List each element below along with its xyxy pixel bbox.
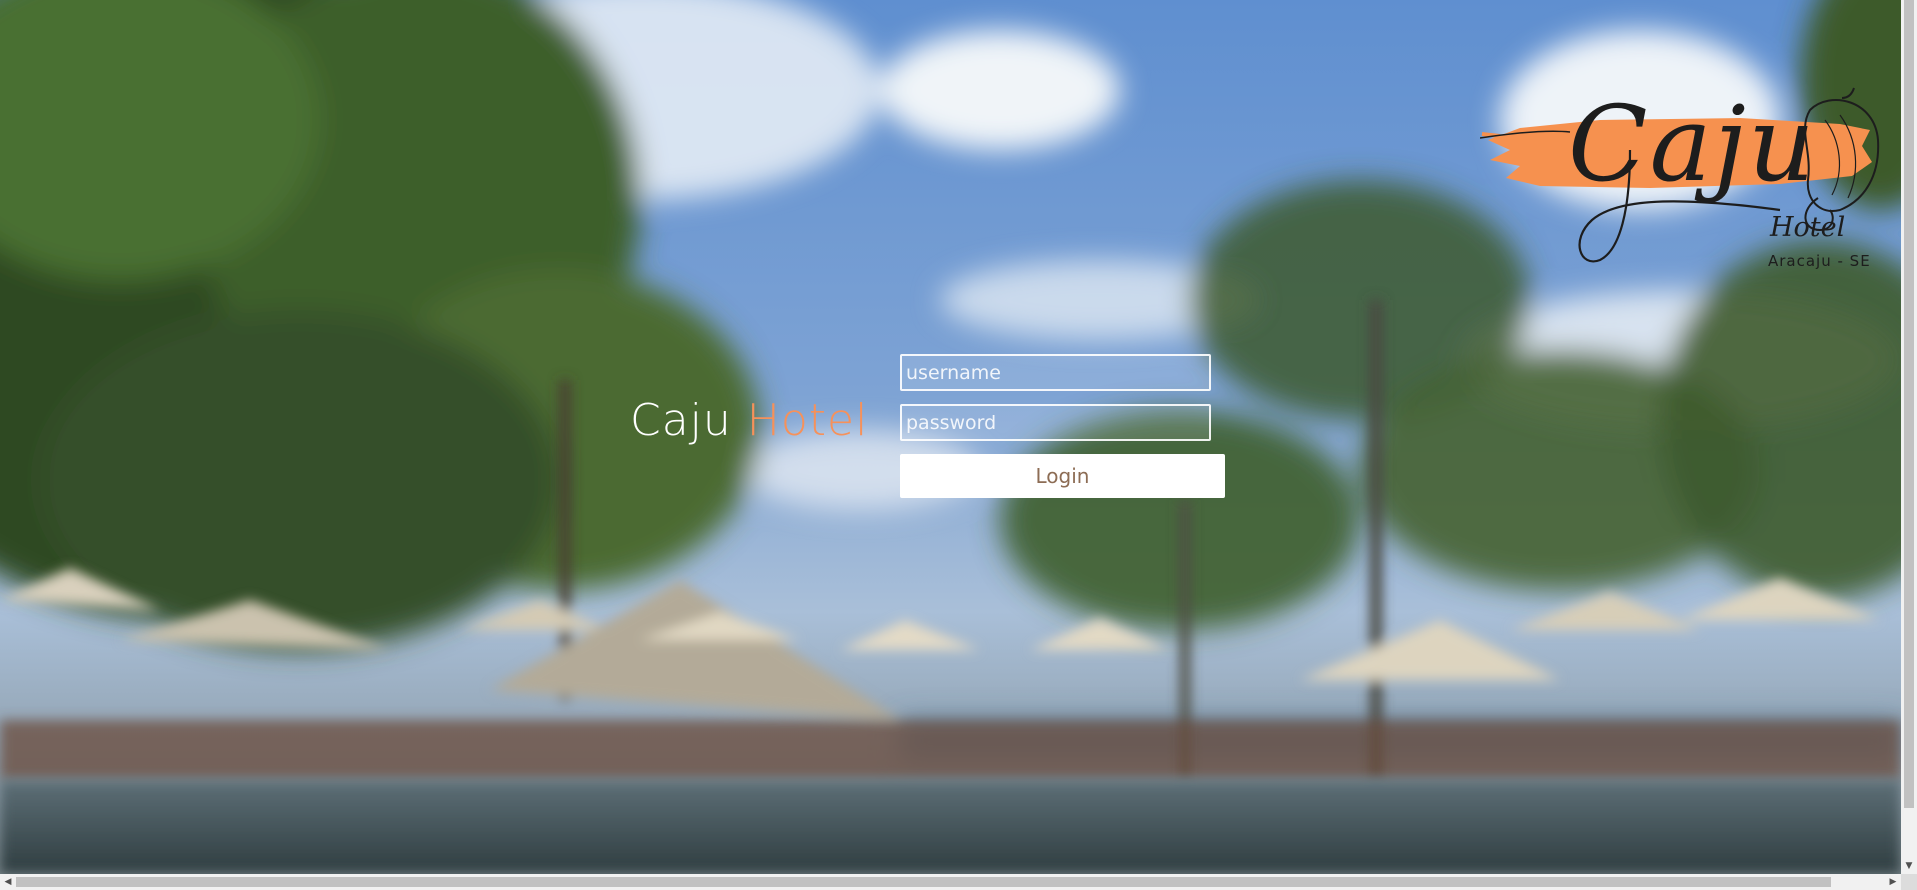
hero-title-primary: Caju [630, 395, 732, 446]
logo-subtitle: Hotel [1770, 212, 1846, 243]
horizontal-scrollbar[interactable]: ◀ ▶ [0, 874, 1901, 890]
scroll-left-icon[interactable]: ◀ [0, 874, 16, 890]
hotel-logo: Caju Hotel Aracaju - SE [1480, 80, 1880, 290]
hero-title: Caju Hotel [630, 394, 868, 448]
username-input[interactable] [900, 354, 1211, 391]
password-input[interactable] [900, 404, 1211, 441]
scroll-down-icon[interactable]: ▼ [1901, 858, 1917, 874]
vertical-scrollbar[interactable]: ▲ ▼ [1901, 0, 1917, 874]
logo-wordmark: Caju [1568, 83, 1817, 205]
vertical-scroll-thumb[interactable] [1904, 0, 1914, 808]
login-button[interactable]: Login [900, 454, 1225, 498]
scrollbar-corner [1901, 874, 1917, 890]
scroll-right-icon[interactable]: ▶ [1885, 874, 1901, 890]
logo-location: Aracaju - SE [1768, 252, 1871, 270]
horizontal-scroll-thumb[interactable] [16, 877, 1831, 887]
hero-title-accent: Hotel [746, 395, 869, 446]
login-page: Caju Hotel Login Caju Hotel Aracaju - SE… [0, 0, 1917, 890]
